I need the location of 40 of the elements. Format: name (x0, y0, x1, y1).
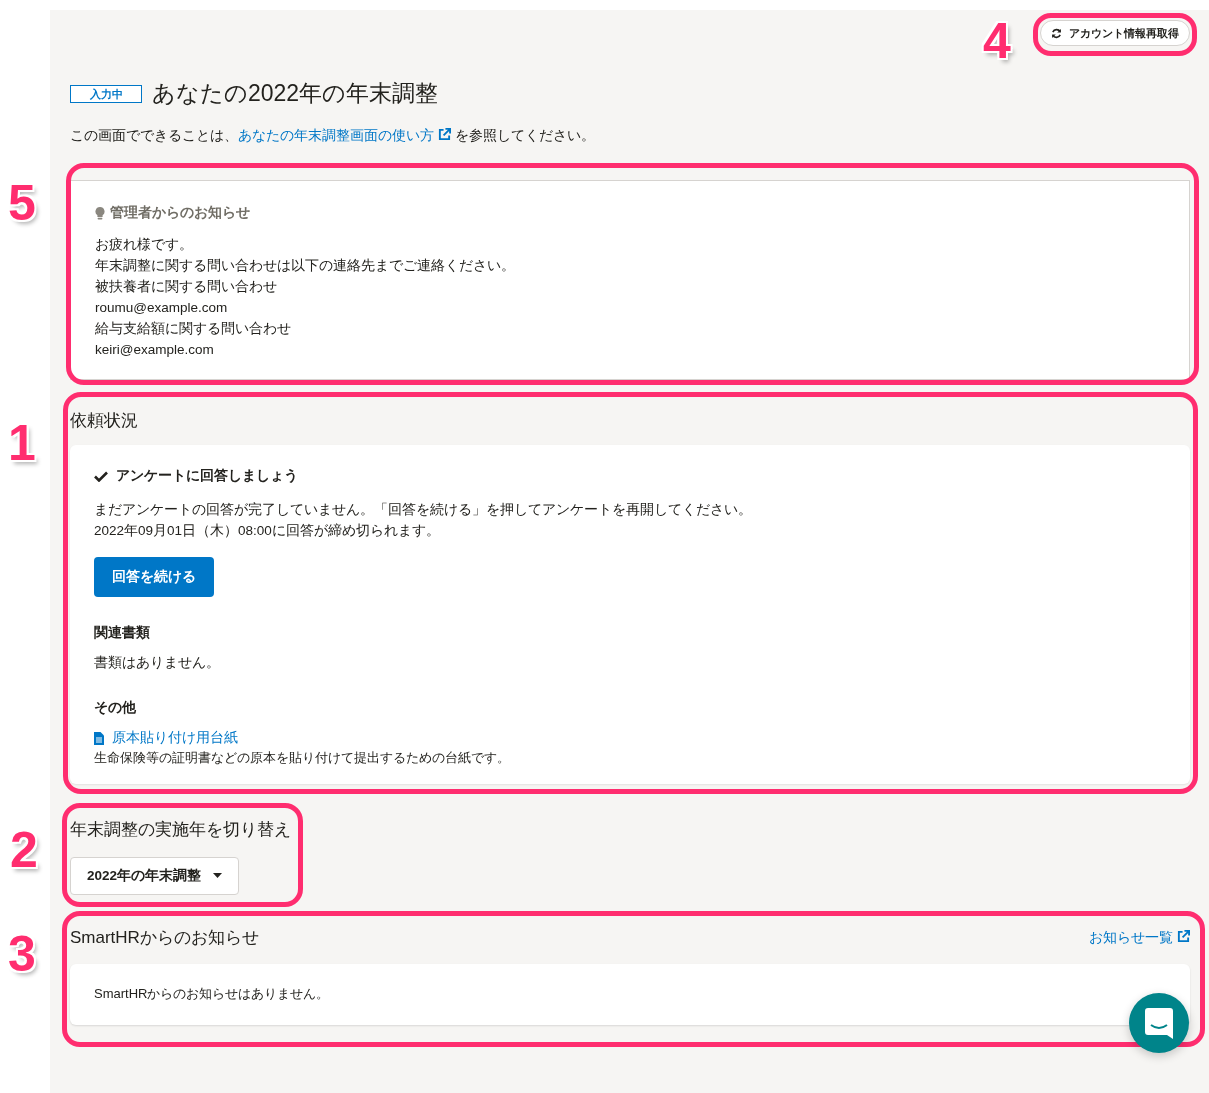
notice-line: 被扶養者に関する問い合わせ (95, 278, 278, 296)
external-link-icon (1177, 929, 1190, 943)
callout-number: 1 (8, 418, 36, 468)
usage-guide-link[interactable]: あなたの年末調整画面の使い方 (238, 128, 451, 143)
year-dropdown[interactable]: 2022年の年末調整 (70, 856, 240, 895)
intro-text: この画面でできることは、あなたの年末調整画面の使い方 を参照してください。 (70, 127, 596, 145)
notice-line: 給与支給額に関する問い合わせ (95, 320, 292, 338)
notice-title: 管理者からのお知らせ (110, 204, 250, 222)
notice-line: keiri@example.com (95, 341, 215, 359)
task-description: 2022年09月01日（木）08:00に回答が締め切られます。 (94, 522, 441, 540)
chat-bubble-icon (1145, 1007, 1173, 1039)
caret-icon (213, 873, 223, 878)
status-badge: 入力中 (70, 84, 142, 103)
task-description: まだアンケートの回答が完了していません。「回答を続ける」を押してアンケートを再開してください。 (94, 501, 753, 519)
other-heading: その他 (94, 699, 137, 717)
checkmark-icon (94, 470, 108, 482)
callout-number: 3 (8, 928, 36, 979)
task-title: アンケートに回答しましょう (116, 467, 298, 485)
news-empty-text: SmartHRからのお知らせはありません。 (94, 985, 330, 1003)
news-list-link[interactable]: お知らせ一覧 (1089, 928, 1190, 947)
page-title: あなたの2022年の年末調整 (152, 79, 439, 108)
refresh-account-button[interactable]: アカウント情報再取得 (1040, 20, 1190, 46)
notice-line: 年末調整に関する問い合わせは以下の連絡先までご連絡ください。 (95, 257, 516, 275)
mount-sheet-note: 生命保険等の証明書などの原本を貼り付けて提出するための台紙です。 (94, 749, 511, 766)
documents-heading: 関連書類 (94, 624, 151, 642)
callout-number: 4 (983, 16, 1011, 66)
external-link-icon (438, 128, 451, 141)
document-icon (94, 731, 104, 745)
section-heading: 年末調整の実施年を切り替え (70, 818, 291, 841)
section-heading: SmartHRからのお知らせ (70, 926, 259, 949)
notice-line: roumu@example.com (95, 299, 229, 317)
refresh-icon (1051, 27, 1062, 39)
section-heading: 依頼状況 (70, 410, 139, 432)
callout-number: 5 (8, 178, 36, 228)
documents-empty-text: 書類はありません。 (94, 654, 221, 672)
mount-sheet-link[interactable]: 原本貼り付け用台紙 (94, 729, 238, 747)
callout-number: 2 (10, 824, 38, 875)
notice-line: お疲れ様です。 (95, 236, 194, 254)
lightbulb-icon (95, 206, 105, 220)
continue-answer-button[interactable]: 回答を続ける (94, 557, 214, 597)
